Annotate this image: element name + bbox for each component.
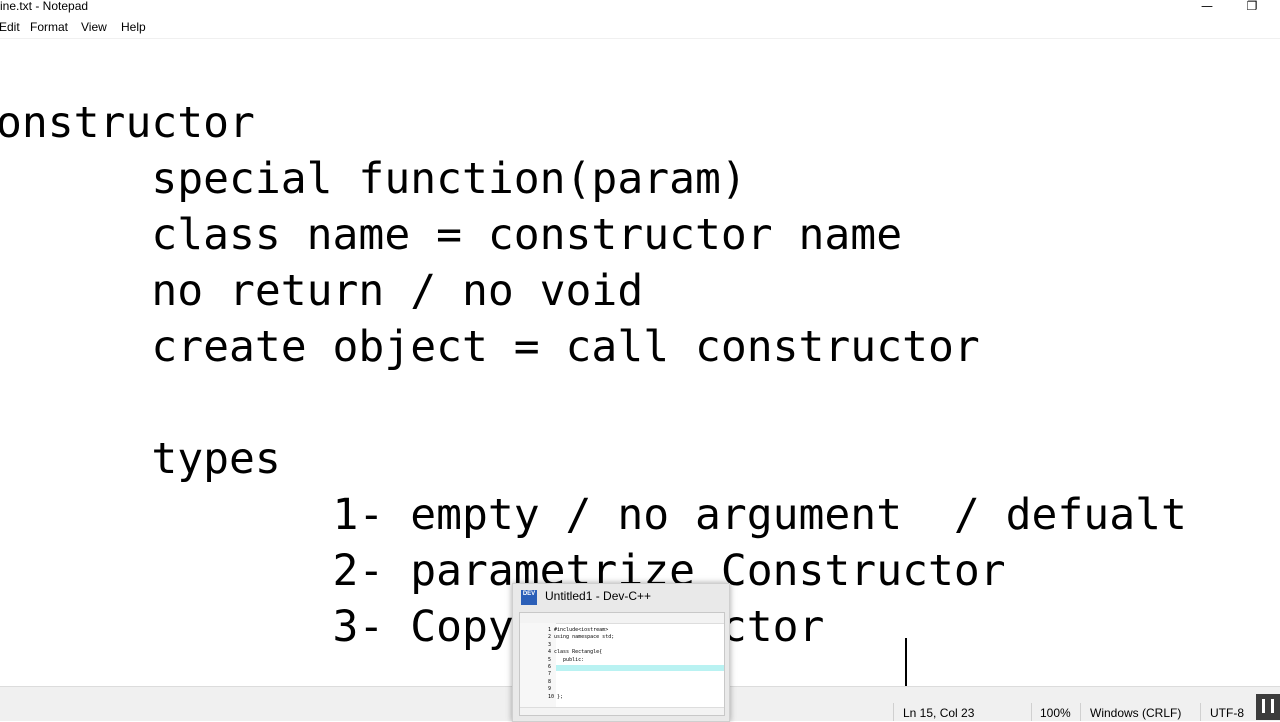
text-caret (905, 638, 907, 686)
menu-view[interactable]: View (81, 20, 107, 34)
title-bar: tline.txt - Notepad — ❐ (0, 0, 1280, 16)
status-position: Ln 15, Col 23 (903, 706, 975, 720)
editor-line: no return / no void (0, 266, 644, 316)
preview-code: 1 #include<iostream> 2 using namespace st… (548, 627, 614, 701)
preview-screenshot: 1 #include<iostream> 2 using namespace st… (519, 612, 725, 716)
preview-code-line: 1 #include<iostream> (548, 627, 609, 633)
taskbar-thumbnail-preview[interactable]: DEV Untitled1 - Dev-C++ 1 #include<iostr… (512, 583, 730, 722)
editor-line: 1- empty / no argument / defualt (0, 490, 1187, 540)
minimize-button[interactable]: — (1195, 0, 1219, 14)
devcpp-app-icon: DEV (521, 590, 537, 605)
preview-code-line: 8 (548, 678, 552, 685)
editor-line: onstructor (0, 98, 255, 148)
preview-code-line: 2 using namespace std; (548, 634, 615, 641)
status-divider (1200, 703, 1201, 721)
preview-code-line: 6 (548, 664, 552, 671)
preview-code-line: 3 (548, 641, 552, 648)
preview-code-line: 4 class Rectangle{ (548, 649, 603, 656)
editor-line: special function(param) (0, 154, 747, 204)
status-divider (1031, 703, 1032, 721)
taskbar-edge-icon[interactable] (1256, 694, 1280, 720)
editor-line: create object = call constructor (0, 322, 980, 372)
preview-title: Untitled1 - Dev-C++ (545, 589, 652, 603)
restore-button[interactable]: ❐ (1240, 0, 1264, 14)
preview-code-line: 10 }; (548, 693, 564, 700)
editor-line: 2- parametrize Constructor (0, 546, 1006, 596)
preview-code-line: 5 public: (548, 656, 585, 663)
preview-statusbar (520, 707, 724, 715)
preview-code-line: 9 (548, 686, 552, 693)
status-divider (1080, 703, 1081, 721)
editor-line: types (0, 434, 281, 484)
menu-help[interactable]: Help (121, 20, 146, 34)
menu-format[interactable]: Format (30, 20, 68, 34)
status-zoom: 100% (1040, 706, 1071, 720)
menu-edit[interactable]: Edit (0, 20, 20, 34)
status-divider (893, 703, 894, 721)
status-encoding: UTF-8 (1210, 706, 1244, 720)
menu-bar: Edit Format View Help (0, 17, 1280, 39)
window-title: tline.txt - Notepad (0, 0, 89, 13)
status-line-ending: Windows (CRLF) (1090, 706, 1182, 720)
editor-line: class name = constructor name (0, 210, 903, 260)
preview-code-line: 7 (548, 671, 552, 678)
